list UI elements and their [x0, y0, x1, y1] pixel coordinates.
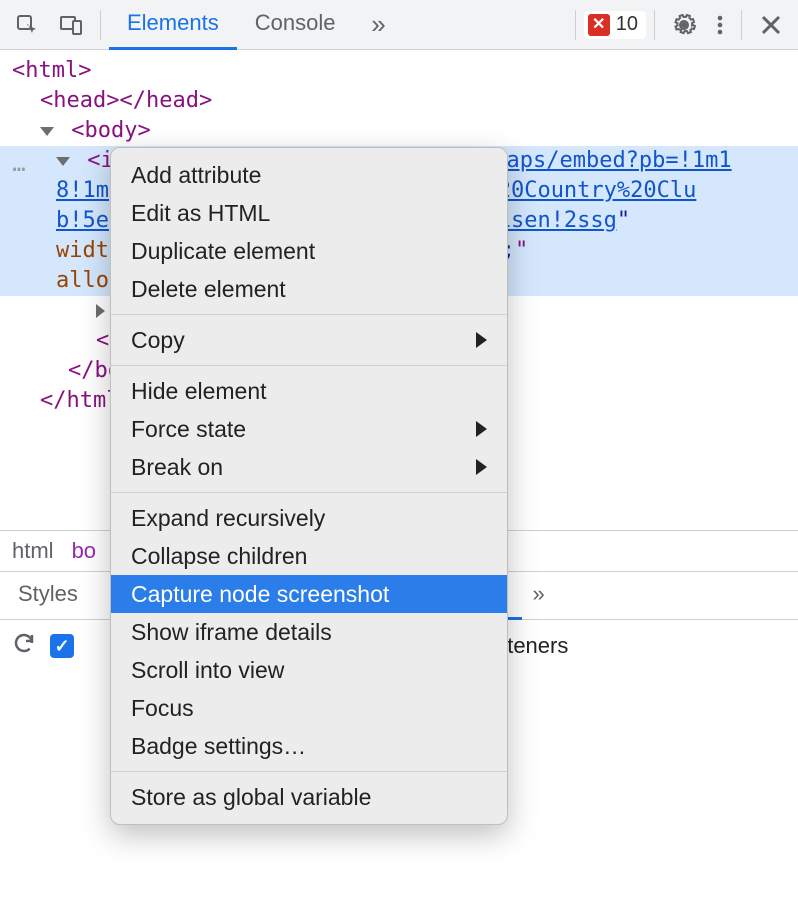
kebab-menu-icon[interactable]: [707, 0, 733, 50]
close-devtools-icon[interactable]: [750, 0, 792, 50]
settings-gear-icon[interactable]: [663, 0, 705, 50]
chevron-right-icon: [476, 421, 487, 437]
ctx-show-iframe-details[interactable]: Show iframe details: [111, 613, 507, 651]
refresh-icon[interactable]: [12, 631, 36, 661]
separator: [111, 771, 507, 772]
more-tabs-chevrons-icon[interactable]: »: [353, 0, 403, 50]
ctx-expand-recursively[interactable]: Expand recursively: [111, 499, 507, 537]
ctx-scroll-into-view[interactable]: Scroll into view: [111, 651, 507, 689]
ctx-capture-node-screenshot[interactable]: Capture node screenshot: [111, 575, 507, 613]
caret-down-icon[interactable]: [56, 157, 70, 166]
caret-down-icon[interactable]: [40, 127, 54, 136]
error-count-pill[interactable]: ✕ 10: [584, 11, 646, 39]
chevron-right-icon: [476, 332, 487, 348]
ctx-collapse-children[interactable]: Collapse children: [111, 537, 507, 575]
ctx-focus[interactable]: Focus: [111, 689, 507, 727]
ellipsis-gutter-icon: …: [0, 150, 40, 180]
devtools-toolbar: Elements Console » ✕ 10: [0, 0, 798, 50]
inspect-icon[interactable]: [6, 0, 48, 50]
separator: [111, 492, 507, 493]
ctx-break-on-submenu[interactable]: Break on: [111, 448, 507, 486]
more-subtabs-icon[interactable]: »: [522, 572, 554, 620]
crumb-html[interactable]: html: [12, 538, 54, 564]
ancestors-checkbox[interactable]: ✓: [50, 634, 74, 658]
tab-console[interactable]: Console: [237, 0, 354, 50]
error-badge-icon: ✕: [588, 14, 610, 36]
dom-node-body-open[interactable]: <body>: [12, 116, 798, 146]
ctx-store-global[interactable]: Store as global variable: [111, 778, 507, 816]
separator: [741, 10, 742, 40]
ctx-edit-as-html[interactable]: Edit as HTML: [111, 194, 507, 232]
crumb-body[interactable]: bo: [72, 538, 96, 564]
ctx-duplicate-element[interactable]: Duplicate element: [111, 232, 507, 270]
node-context-menu: Add attribute Edit as HTML Duplicate ele…: [110, 147, 508, 825]
device-toggle-icon[interactable]: [50, 0, 92, 50]
ctx-force-state-submenu[interactable]: Force state: [111, 410, 507, 448]
error-count: 10: [616, 13, 638, 36]
dom-node-html[interactable]: <html>: [12, 56, 798, 86]
chevron-right-icon: [476, 459, 487, 475]
separator: [100, 10, 101, 40]
subtab-styles[interactable]: Styles: [0, 572, 96, 620]
caret-right-icon[interactable]: [96, 304, 105, 318]
tab-elements[interactable]: Elements: [109, 0, 237, 50]
ctx-badge-settings[interactable]: Badge settings…: [111, 727, 507, 765]
separator: [654, 10, 655, 40]
dom-node-head[interactable]: <head></head>: [12, 86, 798, 116]
panel-tabs: Elements Console »: [109, 0, 403, 50]
ctx-delete-element[interactable]: Delete element: [111, 270, 507, 308]
separator: [111, 314, 507, 315]
separator: [111, 365, 507, 366]
separator: [575, 10, 576, 40]
ctx-copy-submenu[interactable]: Copy: [111, 321, 507, 359]
ctx-add-attribute[interactable]: Add attribute: [111, 156, 507, 194]
ctx-hide-element[interactable]: Hide element: [111, 372, 507, 410]
